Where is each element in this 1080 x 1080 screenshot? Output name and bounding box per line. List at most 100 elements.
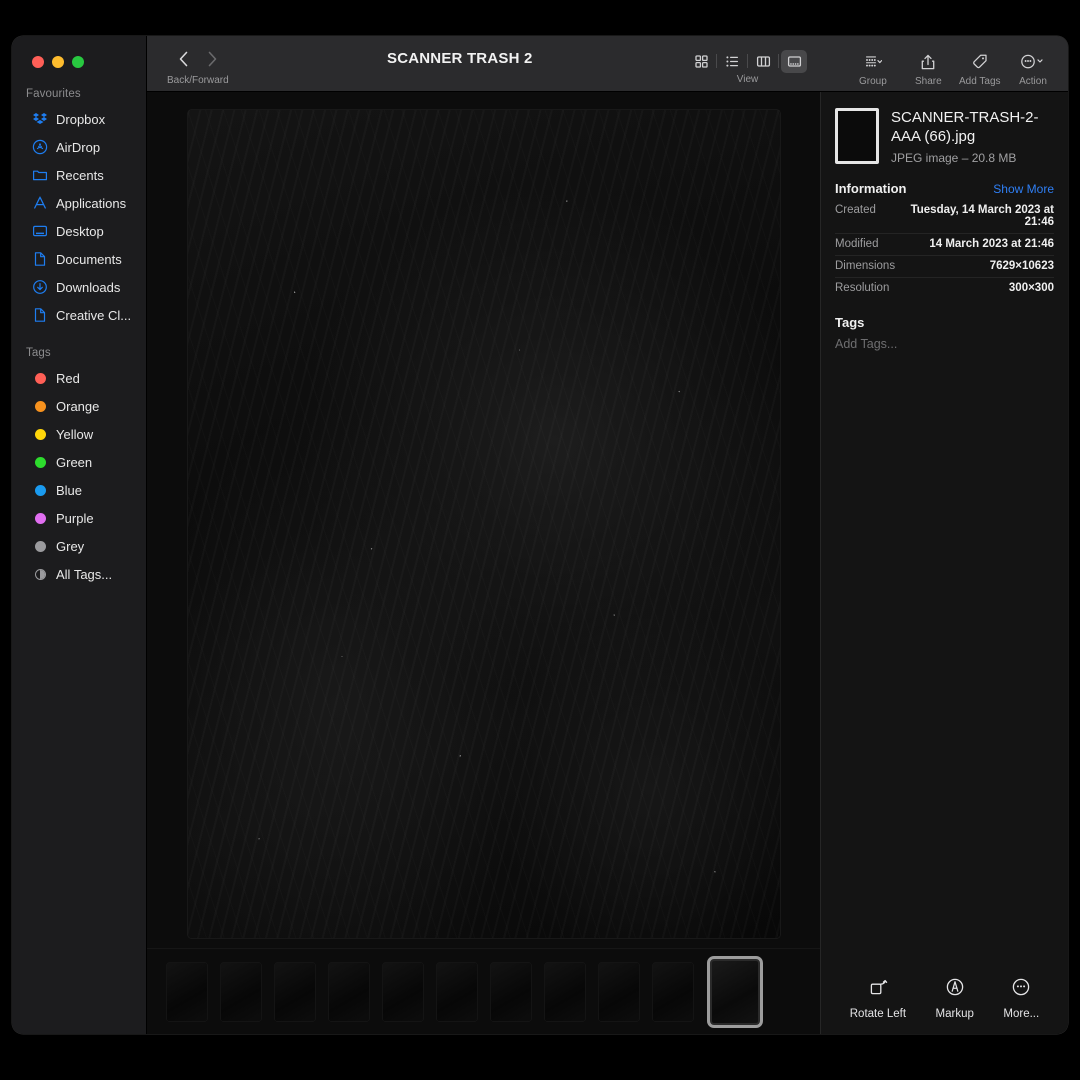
sidebar-item-tag-grey[interactable]: Grey xyxy=(18,532,140,560)
filmstrip-thumbnail[interactable] xyxy=(329,963,369,1021)
markup-label: Markup xyxy=(936,1008,974,1020)
file-name: SCANNER-TRASH-2-AAA (66).jpg xyxy=(891,108,1054,146)
maximize-button[interactable] xyxy=(72,56,84,68)
group-label: Group xyxy=(859,76,887,87)
tag-dot-icon xyxy=(32,538,48,554)
minimize-button[interactable] xyxy=(52,56,64,68)
filmstrip[interactable] xyxy=(147,948,820,1034)
main-area: Back/Forward SCANNER TRASH 2 xyxy=(147,36,1068,1034)
finder-window: Favourites Dropbox AirDrop Recents Appli… xyxy=(12,36,1068,1034)
sidebar-item-tag-yellow[interactable]: Yellow xyxy=(18,420,140,448)
share-button[interactable]: Share xyxy=(915,49,942,87)
sidebar-item-tag-orange[interactable]: Orange xyxy=(18,392,140,420)
close-button[interactable] xyxy=(32,56,44,68)
sidebar-item-label: Red xyxy=(56,371,80,386)
tag-dot-icon xyxy=(32,370,48,386)
list-view-button[interactable] xyxy=(719,50,745,73)
rotate-left-button[interactable]: Rotate Left xyxy=(850,977,906,1020)
info-key: Modified xyxy=(835,238,878,250)
forward-button[interactable] xyxy=(206,50,218,73)
action-label: Action xyxy=(1019,76,1047,87)
filmstrip-thumbnail[interactable] xyxy=(599,963,639,1021)
add-tags-label: Add Tags xyxy=(959,76,1001,87)
sidebar-item-label: Recents xyxy=(56,168,104,183)
information-section-header: Information Show More xyxy=(835,175,1054,200)
more-button[interactable]: More... xyxy=(1003,977,1039,1020)
filmstrip-thumbnail[interactable] xyxy=(221,963,261,1021)
document-icon xyxy=(32,307,48,323)
gallery-view-button[interactable] xyxy=(781,50,807,73)
sidebar-item-recents[interactable]: Recents xyxy=(18,161,140,189)
show-more-link[interactable]: Show More xyxy=(993,182,1054,196)
filmstrip-thumbnail[interactable] xyxy=(545,963,585,1021)
sidebar-item-dropbox[interactable]: Dropbox xyxy=(18,105,140,133)
sidebar-item-label: AirDrop xyxy=(56,140,100,155)
sidebar-item-all-tags[interactable]: All Tags... xyxy=(18,560,140,588)
markup-icon xyxy=(945,977,965,1002)
filmstrip-thumbnail[interactable] xyxy=(275,963,315,1021)
filmstrip-thumbnail[interactable] xyxy=(437,963,477,1021)
info-key: Created xyxy=(835,204,876,216)
tags-heading: Tags xyxy=(835,315,1054,330)
group-button[interactable]: Group xyxy=(859,49,887,87)
nav-group: Back/Forward xyxy=(167,48,229,86)
filmstrip-thumbnail[interactable] xyxy=(383,963,423,1021)
downloads-icon xyxy=(32,279,48,295)
sidebar-item-label: Green xyxy=(56,455,92,470)
sidebar-item-creative-cloud[interactable]: Creative Cl... xyxy=(18,301,140,329)
filmstrip-thumbnail-selected[interactable] xyxy=(707,956,763,1028)
divider xyxy=(778,54,779,68)
icon-view-button[interactable] xyxy=(688,50,714,73)
tag-icon xyxy=(971,49,989,75)
back-button[interactable] xyxy=(178,50,190,73)
info-panel: SCANNER-TRASH-2-AAA (66).jpg JPEG image … xyxy=(820,92,1068,1034)
sidebar-item-tag-red[interactable]: Red xyxy=(18,364,140,392)
preview-image[interactable] xyxy=(188,110,780,938)
sidebar-item-label: All Tags... xyxy=(56,567,112,582)
info-row-dimensions: Dimensions 7629×10623 xyxy=(835,256,1054,278)
add-tags-button[interactable]: Add Tags xyxy=(959,49,1001,87)
info-key: Resolution xyxy=(835,282,889,294)
information-heading: Information xyxy=(835,181,907,196)
info-row-modified: Modified 14 March 2023 at 21:46 xyxy=(835,234,1054,256)
nav-label: Back/Forward xyxy=(167,75,229,86)
info-actions: Rotate Left Markup More... xyxy=(835,977,1054,1034)
sidebar-item-downloads[interactable]: Downloads xyxy=(18,273,140,301)
divider xyxy=(747,54,748,68)
divider xyxy=(716,54,717,68)
toolbar: Back/Forward SCANNER TRASH 2 xyxy=(147,36,1068,92)
info-row-created: Created Tuesday, 14 March 2023 at 21:46 xyxy=(835,200,1054,234)
filmstrip-thumbnail[interactable] xyxy=(167,963,207,1021)
sidebar-item-tag-purple[interactable]: Purple xyxy=(18,504,140,532)
info-key: Dimensions xyxy=(835,260,895,272)
group-icon xyxy=(864,49,882,75)
file-header: SCANNER-TRASH-2-AAA (66).jpg JPEG image … xyxy=(835,92,1054,175)
sidebar-item-applications[interactable]: Applications xyxy=(18,189,140,217)
sidebar-item-tag-blue[interactable]: Blue xyxy=(18,476,140,504)
applications-icon xyxy=(32,195,48,211)
sidebar-heading-favourites: Favourites xyxy=(12,78,146,105)
view-group: View xyxy=(688,49,807,85)
sidebar-item-airdrop[interactable]: AirDrop xyxy=(18,133,140,161)
info-value: 14 March 2023 at 21:46 xyxy=(929,238,1054,250)
info-value: Tuesday, 14 March 2023 at 21:46 xyxy=(884,204,1054,228)
sidebar-item-documents[interactable]: Documents xyxy=(18,245,140,273)
sidebar-item-label: Grey xyxy=(56,539,84,554)
markup-button[interactable]: Markup xyxy=(936,977,974,1020)
add-tags-input[interactable]: Add Tags... xyxy=(835,330,1054,351)
sidebar-item-desktop[interactable]: Desktop xyxy=(18,217,140,245)
share-icon xyxy=(920,49,936,75)
filmstrip-thumbnail[interactable] xyxy=(653,963,693,1021)
filmstrip-thumbnail[interactable] xyxy=(491,963,531,1021)
column-view-button[interactable] xyxy=(750,50,776,73)
tag-dot-icon xyxy=(32,482,48,498)
sidebar-item-tag-green[interactable]: Green xyxy=(18,448,140,476)
sidebar-item-label: Desktop xyxy=(56,224,104,239)
info-value: 300×300 xyxy=(1009,282,1054,294)
info-row-resolution: Resolution 300×300 xyxy=(835,278,1054,299)
view-segmented-control[interactable] xyxy=(688,49,807,73)
share-label: Share xyxy=(915,76,942,87)
sidebar-item-label: Dropbox xyxy=(56,112,105,127)
rotate-left-icon xyxy=(868,977,888,1002)
action-button[interactable]: Action xyxy=(1019,49,1047,87)
